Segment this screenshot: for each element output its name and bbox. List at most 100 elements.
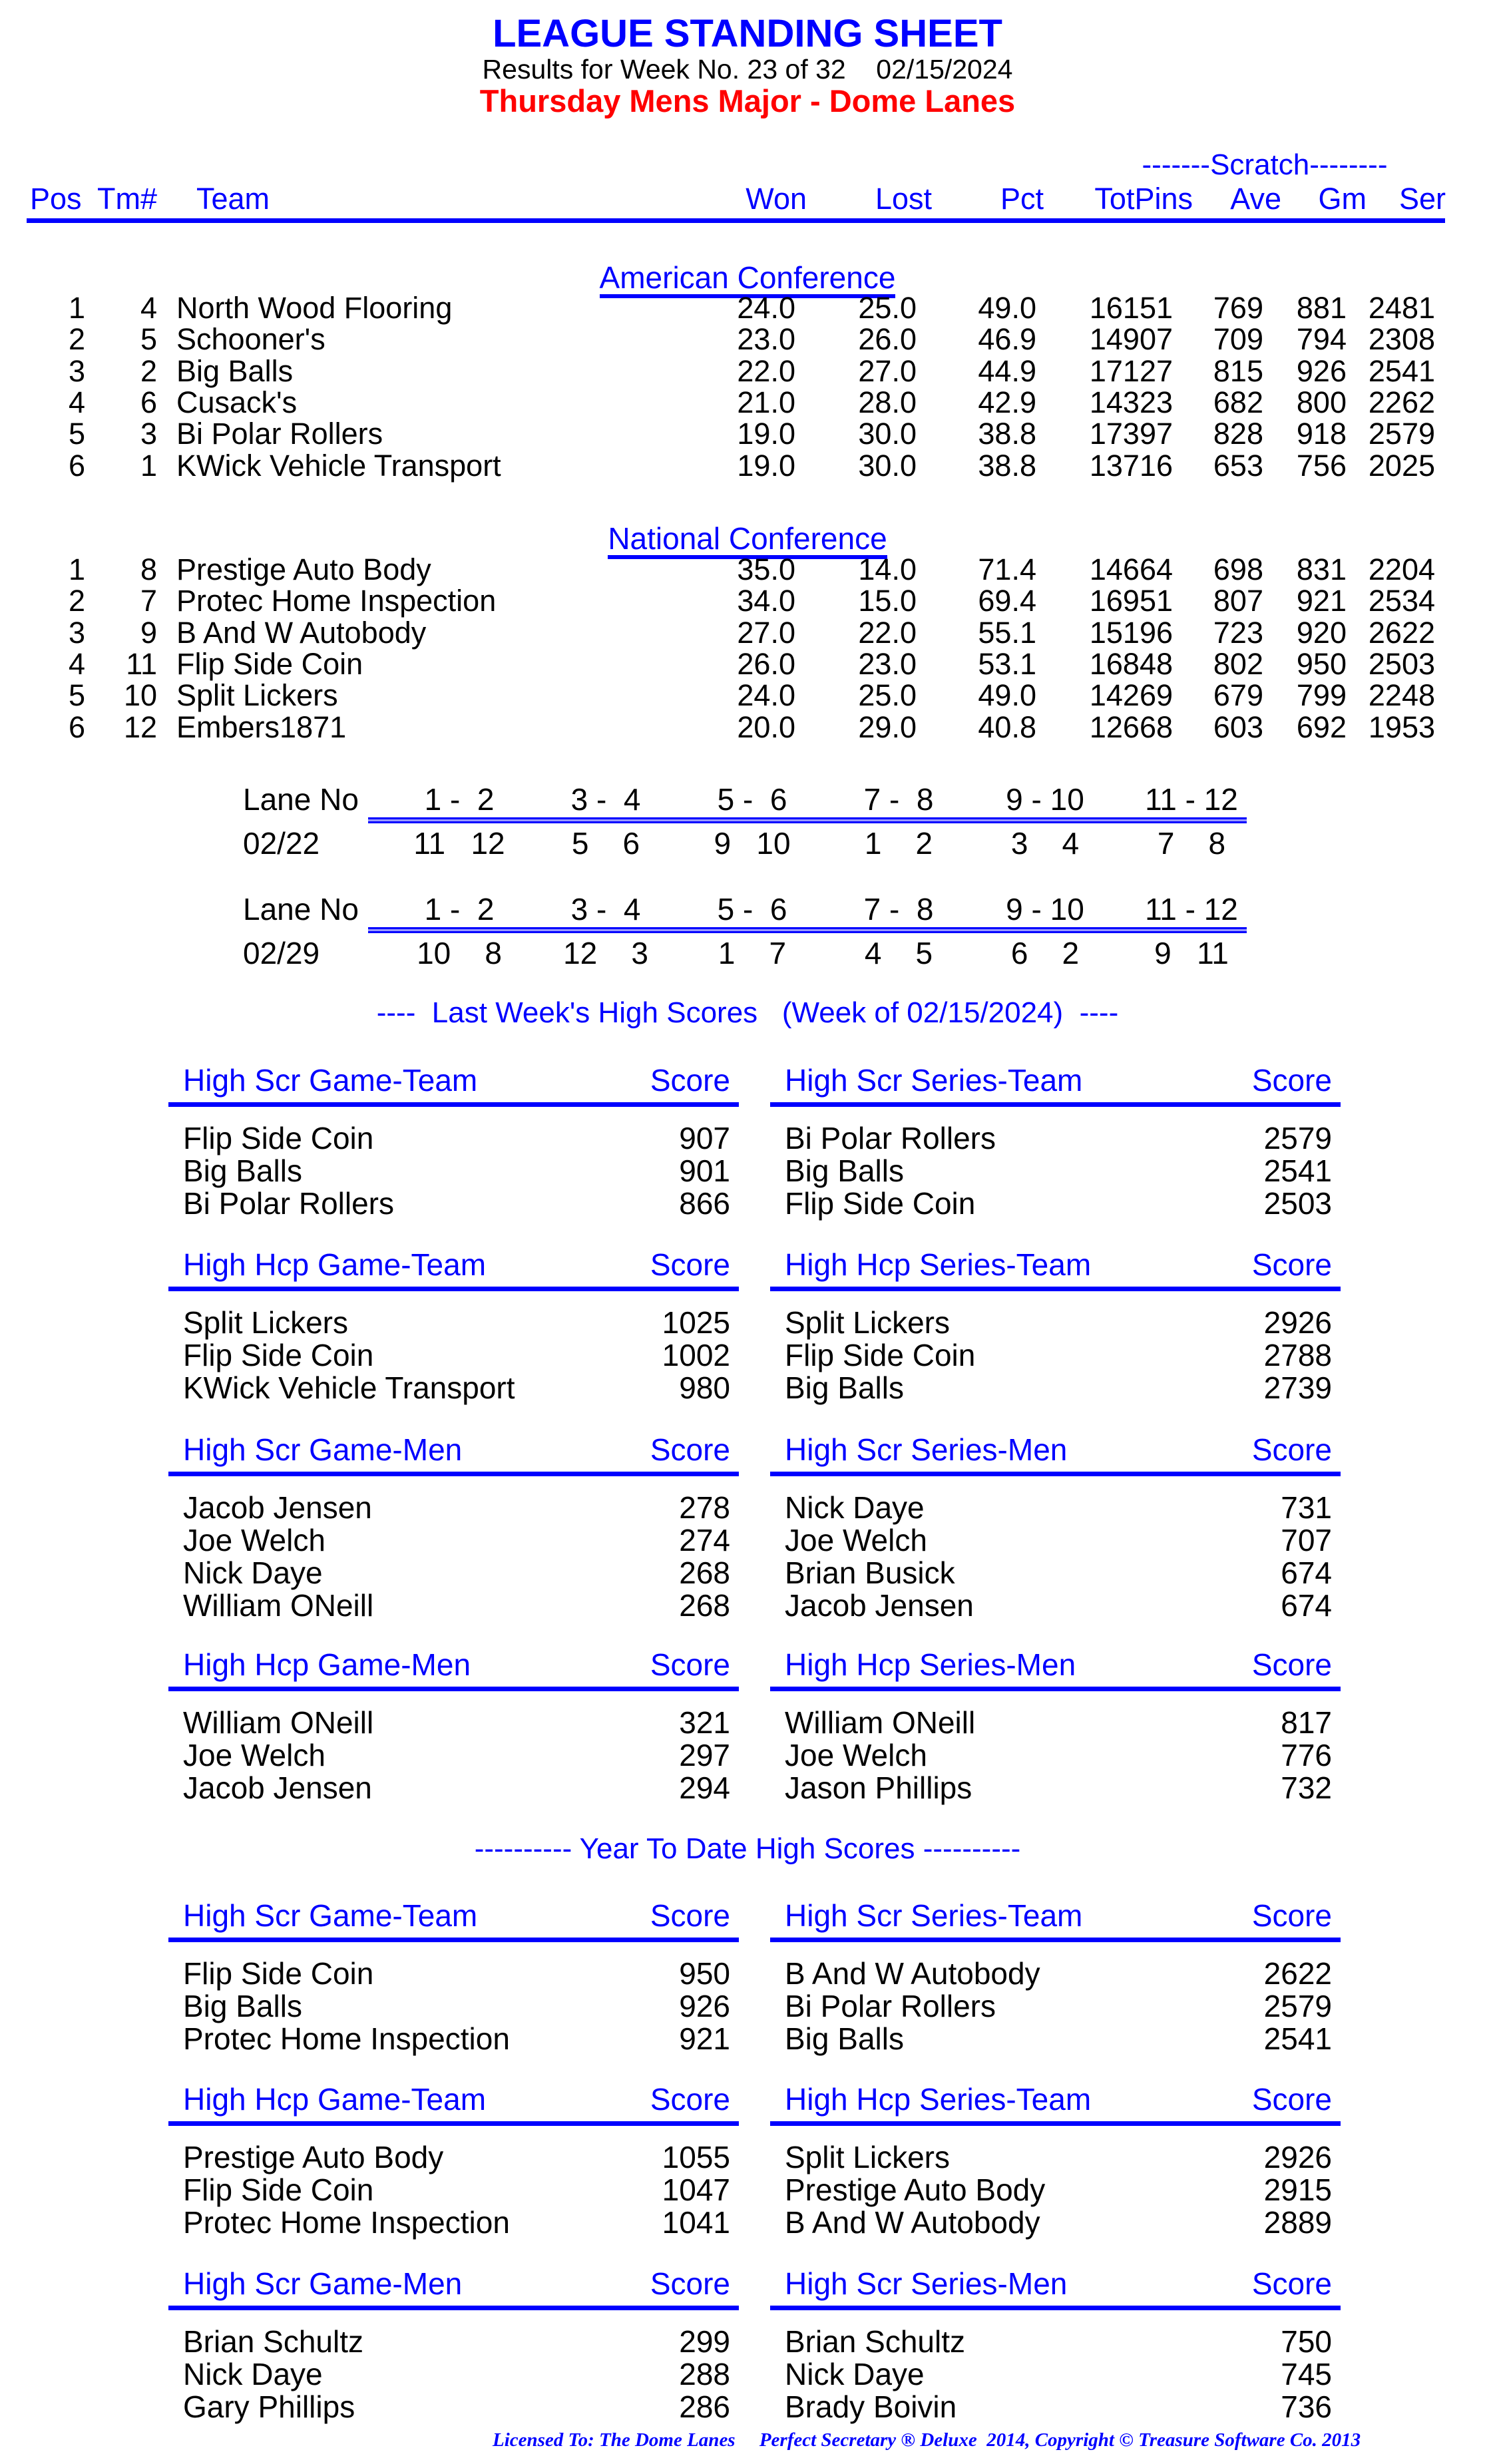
cell-tm: 7 <box>140 584 157 618</box>
col-team: Team <box>196 182 270 216</box>
high-score-header: High Scr Series-Men Score <box>770 2268 1341 2306</box>
high-score-block: High Scr Game-Men Score Jacob Jensen 278 Joe… <box>168 1434 739 1623</box>
category-title: High Hcp Game-Team <box>183 1247 487 1282</box>
high-score-row: Jacob Jensen 294 <box>168 1772 739 1805</box>
cell-lost: 30.0 <box>858 448 917 483</box>
cell-lost: 14.0 <box>858 552 917 586</box>
high-score-row: Split Lickers 2926 <box>770 2142 1341 2174</box>
bowler-name: William ONeill <box>785 1705 976 1740</box>
cell-pos: 4 <box>68 385 85 419</box>
lane-matchup: 6 2 <box>1010 936 1080 970</box>
category-title: High Hcp Game-Men <box>183 1647 471 1682</box>
score-value: 736 <box>1281 2389 1332 2424</box>
header-rule <box>770 2121 1341 2126</box>
high-score-row: B And W Autobody 2622 <box>770 1958 1341 1991</box>
lane-pair: 1 - 2 <box>424 892 495 926</box>
cell-pct: 46.9 <box>978 322 1036 357</box>
high-score-row: William ONeill 321 <box>168 1707 739 1740</box>
col-lost: Lost <box>875 182 932 216</box>
standings-row: 4 6 Cusack's 21.0 28.0 42.9 14323 682 800 2262 <box>0 387 1495 419</box>
cell-pct: 55.1 <box>978 615 1036 650</box>
high-score-row: Brian Schultz 299 <box>168 2326 739 2359</box>
cell-gm: 918 <box>1296 417 1347 451</box>
category-title: High Hcp Game-Team <box>183 2082 487 2117</box>
cell-gm: 756 <box>1296 448 1347 483</box>
bowler-name: Nick Daye <box>183 1555 323 1590</box>
score-column-label: Score <box>1251 1647 1332 1682</box>
cell-team: North Wood Flooring <box>176 291 453 325</box>
cell-pos: 6 <box>68 448 85 483</box>
cell-pos: 3 <box>68 353 85 388</box>
score-value: 817 <box>1281 1705 1332 1740</box>
high-score-list: Split Lickers 1025 Flip Side Coin 1002 KWick… <box>168 1291 739 1405</box>
cell-pos: 6 <box>68 710 85 744</box>
high-score-row: William ONeill 817 <box>770 1707 1341 1740</box>
ytd-heading: ---------- Year To Date High Scores ----… <box>474 1832 1021 1865</box>
cell-ave: 682 <box>1213 385 1263 419</box>
cell-ave: 603 <box>1213 710 1263 744</box>
high-score-header: High Scr Game-Team Score <box>168 1065 739 1102</box>
category-title: High Hcp Series-Men <box>785 1647 1076 1682</box>
cell-gm: 831 <box>1296 552 1347 586</box>
high-score-row: Brian Schultz 750 <box>770 2326 1341 2359</box>
cell-ser: 2579 <box>1368 417 1435 451</box>
cell-pct: 40.8 <box>978 710 1036 744</box>
standings-row: 3 9 B And W Autobody 27.0 22.0 55.1 15196 723 92… <box>0 618 1495 649</box>
bowler-name: Big Balls <box>183 1989 302 2023</box>
high-score-row: Bi Polar Rollers 2579 <box>770 1123 1341 1155</box>
cell-ave: 828 <box>1213 417 1263 451</box>
bowler-name: Brian Busick <box>785 1555 955 1590</box>
cell-totpins: 15196 <box>1089 615 1173 650</box>
cell-totpins: 16848 <box>1089 646 1173 681</box>
lane-matchup: 9 10 <box>714 826 791 861</box>
score-value: 1055 <box>662 2140 730 2174</box>
bowler-name: William ONeill <box>183 1705 374 1740</box>
bowler-name: Brian Schultz <box>183 2324 364 2359</box>
header-rule <box>168 1102 739 1107</box>
cell-ave: 698 <box>1213 552 1263 586</box>
header-rule <box>168 2121 739 2126</box>
score-value: 2503 <box>1263 1186 1332 1221</box>
score-value: 288 <box>679 2357 730 2391</box>
cell-ser: 2534 <box>1368 584 1435 618</box>
high-score-header: High Hcp Game-Team Score <box>168 1249 739 1287</box>
standings-row: 4 11 Flip Side Coin 26.0 23.0 53.1 16848 802 950… <box>0 649 1495 680</box>
standings-row: 2 7 Protec Home Inspection 34.0 15.0 69.4 1695… <box>0 586 1495 617</box>
cell-totpins: 14269 <box>1089 678 1173 713</box>
lane-pair: 11 - 12 <box>1145 892 1238 926</box>
score-value: 776 <box>1281 1738 1332 1772</box>
header-rule <box>168 1938 739 1942</box>
bowler-name: Jason Phillips <box>785 1770 972 1805</box>
score-value: 278 <box>679 1490 730 1525</box>
header-rule <box>770 2306 1341 2310</box>
cell-team: Prestige Auto Body <box>176 552 431 586</box>
bowler-name: KWick Vehicle Transport <box>183 1370 515 1405</box>
standings-row: 2 5 Schooner's 23.0 26.0 46.9 14907 709 794 2308 <box>0 324 1495 355</box>
cell-gm: 950 <box>1296 646 1347 681</box>
high-score-block: High Hcp Game-Men Score William ONeill 321 J… <box>168 1649 739 1805</box>
high-score-row: Brian Busick 674 <box>770 1557 1341 1590</box>
high-score-header: High Hcp Game-Men Score <box>168 1649 739 1687</box>
score-value: 926 <box>679 1989 730 2023</box>
bowler-name: Flip Side Coin <box>183 1956 374 1991</box>
bowler-name: Nick Daye <box>785 1490 925 1525</box>
standings-row: 3 2 Big Balls 22.0 27.0 44.9 17127 815 926 2541 <box>0 356 1495 387</box>
high-score-list: William ONeill 817 Joe Welch 776 Jason Phill… <box>770 1691 1341 1805</box>
lane-matchup: 9 11 <box>1154 936 1229 970</box>
high-score-row: Flip Side Coin 2788 <box>770 1340 1341 1372</box>
cell-pos: 1 <box>68 291 85 325</box>
lane-rule <box>368 927 1247 933</box>
lane-matchup: 12 3 <box>563 936 648 970</box>
high-score-list: Split Lickers 2926 Prestige Auto Body 2915 B… <box>770 2126 1341 2240</box>
bowler-name: William ONeill <box>183 1588 374 1623</box>
high-score-row: Big Balls 2541 <box>770 1155 1341 1188</box>
cell-ser: 1953 <box>1368 710 1435 744</box>
high-score-row: Flip Side Coin 1047 <box>168 2174 739 2207</box>
category-title: High Hcp Series-Team <box>785 2082 1092 2117</box>
category-title: High Scr Series-Men <box>785 1432 1068 1467</box>
scratch-group-label: -------Scratch-------- <box>1142 148 1388 181</box>
score-value: 294 <box>679 1770 730 1805</box>
lane-matchup: 1 2 <box>864 826 933 861</box>
cell-team: Embers1871 <box>176 710 347 744</box>
high-score-row: KWick Vehicle Transport 980 <box>168 1372 739 1405</box>
